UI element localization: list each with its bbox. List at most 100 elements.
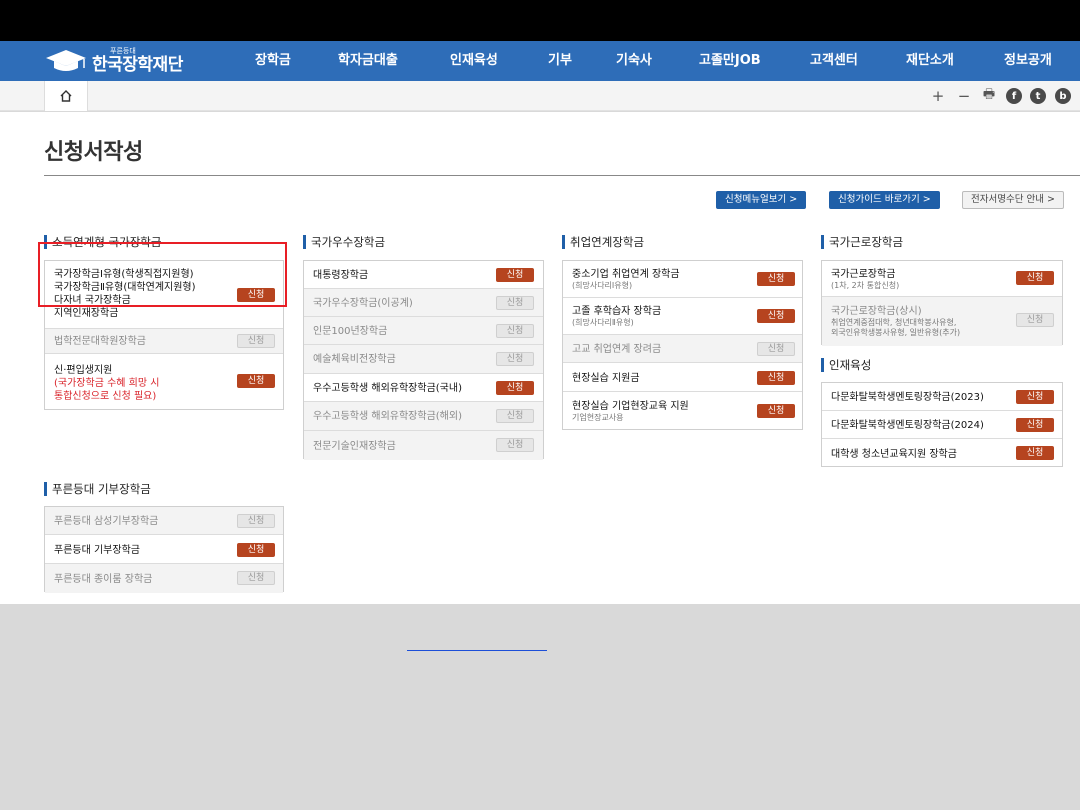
main-nav: 푸른등대 한국장학재단 장학금 학자금대출 인재육성 기부 기숙사 고졸만JOB… [0, 41, 1080, 81]
nav-scholarship[interactable]: 장학금 [255, 41, 291, 81]
apply-button[interactable]: 신청 [496, 268, 534, 282]
list-item: 국가근로장학금(상시) 취업연계중점대학, 청년대학봉사유형, 외국인유학생봉사… [822, 297, 1062, 346]
donation-box: 푸른등대 삼성기부장학금 신청 푸른등대 기부장학금 신청 푸른등대 종이룸 장… [44, 506, 284, 593]
item-label: 푸른등대 종이룸 장학금 [54, 574, 153, 585]
nav-disclosure[interactable]: 정보공개 [1004, 41, 1052, 81]
item-label: 현장실습 지원금 [572, 373, 640, 384]
logo-name: 한국장학재단 [92, 55, 183, 75]
guide-button[interactable]: 신청가이드 바로가기 > [829, 191, 940, 209]
item-label: 지역인재장학금 [54, 308, 119, 319]
apply-button[interactable]: 신청 [237, 543, 275, 557]
item-label: 전문기술인재장학금 [313, 441, 396, 452]
apply-button[interactable]: 신청 [496, 381, 534, 395]
esign-button[interactable]: 전자서명수단 안내 > [962, 191, 1064, 209]
list-item: 인문100년장학금 신청 [304, 317, 543, 345]
apply-button-disabled: 신청 [496, 296, 534, 310]
talent-box: 다문화탈북학생멘토링장학금(2023) 신청 다문화탈북학생멘토링장학금(202… [821, 382, 1063, 467]
list-item: 대통령장학금 신청 [304, 261, 543, 289]
list-item: 푸른등대 종이룸 장학금 신청 [45, 564, 283, 593]
nav-talent[interactable]: 인재육성 [450, 41, 498, 81]
blog-icon[interactable]: b [1055, 88, 1071, 104]
list-item: 예술체육비전장학금 신청 [304, 345, 543, 374]
item-label: 대통령장학금 [313, 270, 369, 281]
list-item: 우수고등학생 해외유학장학금(국내) 신청 [304, 374, 543, 402]
section-title-employment: 취업연계장학금 [562, 235, 644, 249]
home-button[interactable] [44, 81, 88, 111]
apply-button[interactable]: 신청 [1016, 418, 1054, 432]
list-item: 고졸 후학습자 장학금 (희망사다리Ⅱ유형) 신청 [563, 298, 802, 335]
item-label: 법학전문대학원장학금 [54, 336, 146, 347]
list-item: 대학생 청소년교육지원 장학금 신청 [822, 439, 1062, 468]
item-label: 국가근로장학금 [831, 269, 896, 280]
list-item: 국가근로장학금 (1차, 2차 통합신청) 신청 [822, 261, 1062, 297]
content-area: 신청서작성 신청메뉴얼보기 > 신청가이드 바로가기 > 전자서명수단 안내 >… [0, 112, 1080, 604]
nav-student-loan[interactable]: 학자금대출 [338, 41, 398, 81]
apply-button-disabled: 신청 [757, 342, 795, 356]
item-label: 우수고등학생 해외유학장학금(해외) [313, 411, 462, 422]
nav-highschool-job[interactable]: 고졸만JOB [699, 41, 761, 81]
item-label: 우수고등학생 해외유학장학금(국내) [313, 383, 462, 394]
item-sublabel: 기업현장교사용 [572, 413, 624, 422]
list-item: 다문화탈북학생멘토링장학금(2024) 신청 [822, 411, 1062, 439]
page-title: 신청서작성 [44, 140, 143, 165]
list-item: 신·편입생지원 (국가장학금 수혜 희망 시 통합신청으로 신청 필요) 신청 [45, 354, 283, 411]
section-title-talent: 인재육성 [821, 358, 871, 372]
item-label: 인문100년장학금 [313, 326, 388, 337]
apply-button-disabled: 신청 [237, 334, 275, 348]
item-label: 푸른등대 기부장학금 [54, 545, 140, 556]
item-sublabel: (희망사다리Ⅰ유형) [572, 281, 633, 290]
apply-button-disabled: 신청 [1016, 313, 1054, 327]
item-label: 다문화탈북학생멘토링장학금(2024) [831, 420, 984, 431]
list-item: 국가우수장학금(이공계) 신청 [304, 289, 543, 317]
excellence-box: 대통령장학금 신청 국가우수장학금(이공계) 신청 인문100년장학금 신청 예… [303, 260, 544, 460]
title-divider [44, 175, 1080, 176]
print-icon[interactable]: 🖶 [980, 87, 998, 105]
work-box: 국가근로장학금 (1차, 2차 통합신청) 신청 국가근로장학금(상시) 취업연… [821, 260, 1063, 346]
apply-button[interactable]: 신청 [1016, 390, 1054, 404]
manual-button[interactable]: 신청메뉴얼보기 > [716, 191, 807, 209]
apply-button[interactable]: 신청 [757, 404, 795, 418]
item-label: 국가우수장학금(이공계) [313, 298, 413, 309]
item-label: 현장실습 기업현장교육 지원 [572, 401, 689, 412]
item-label: 대학생 청소년교육지원 장학금 [831, 449, 957, 460]
twitter-icon[interactable]: t [1030, 88, 1046, 104]
apply-button[interactable]: 신청 [1016, 446, 1054, 460]
nav-donation[interactable]: 기부 [548, 41, 572, 81]
list-item: 고교 취업연계 장려금 신청 [563, 335, 802, 363]
item-sublabel: (희망사다리Ⅱ유형) [572, 318, 634, 327]
item-note: (국가장학금 수혜 희망 시 [54, 378, 160, 389]
link-underline[interactable] [407, 650, 547, 651]
list-item: 중소기업 취업연계 장학금 (희망사다리Ⅰ유형) 신청 [563, 261, 802, 298]
zoom-out-icon[interactable]: − [955, 87, 973, 105]
item-sublabel: (1차, 2차 통합신청) [831, 281, 900, 290]
item-sublabel: 취업연계중점대학, 청년대학봉사유형, [831, 318, 957, 327]
list-item: 전문기술인재장학금 신청 [304, 431, 543, 460]
list-item: 법학전문대학원장학금 신청 [45, 329, 283, 354]
facebook-icon[interactable]: f [1006, 88, 1022, 104]
item-note: 통합신청으로 신청 필요) [54, 391, 157, 402]
nav-customer-center[interactable]: 고객센터 [810, 41, 858, 81]
item-sublabel: 외국인유학생봉사유형, 일반유형(추가) [831, 328, 961, 337]
apply-button-disabled: 신청 [496, 352, 534, 366]
apply-button[interactable]: 신청 [237, 374, 275, 388]
apply-button-disabled: 신청 [496, 409, 534, 423]
section-title-work: 국가근로장학금 [821, 235, 903, 249]
apply-button[interactable]: 신청 [1016, 271, 1054, 285]
apply-button[interactable]: 신청 [757, 272, 795, 286]
item-label: 고졸 후학습자 장학금 [572, 306, 662, 317]
apply-button[interactable]: 신청 [757, 371, 795, 385]
section-title-excellence: 국가우수장학금 [303, 235, 385, 249]
list-item: 다문화탈북학생멘토링장학금(2023) 신청 [822, 383, 1062, 411]
logo[interactable]: 푸른등대 한국장학재단 [44, 45, 183, 77]
item-label: 신·편입생지원 [54, 365, 113, 376]
toolbar: + − 🖶 f t b [0, 81, 1080, 111]
item-label: 고교 취업연계 장려금 [572, 344, 662, 355]
nav-about[interactable]: 재단소개 [906, 41, 954, 81]
list-item: 현장실습 기업현장교육 지원 기업현장교사용 신청 [563, 392, 802, 431]
list-item: 현장실습 지원금 신청 [563, 363, 802, 392]
nav-dormitory[interactable]: 기숙사 [616, 41, 652, 81]
apply-button[interactable]: 신청 [757, 309, 795, 323]
list-item: 푸른등대 기부장학금 신청 [45, 535, 283, 564]
item-label: 푸른등대 삼성기부장학금 [54, 516, 159, 527]
zoom-in-icon[interactable]: + [929, 87, 947, 105]
